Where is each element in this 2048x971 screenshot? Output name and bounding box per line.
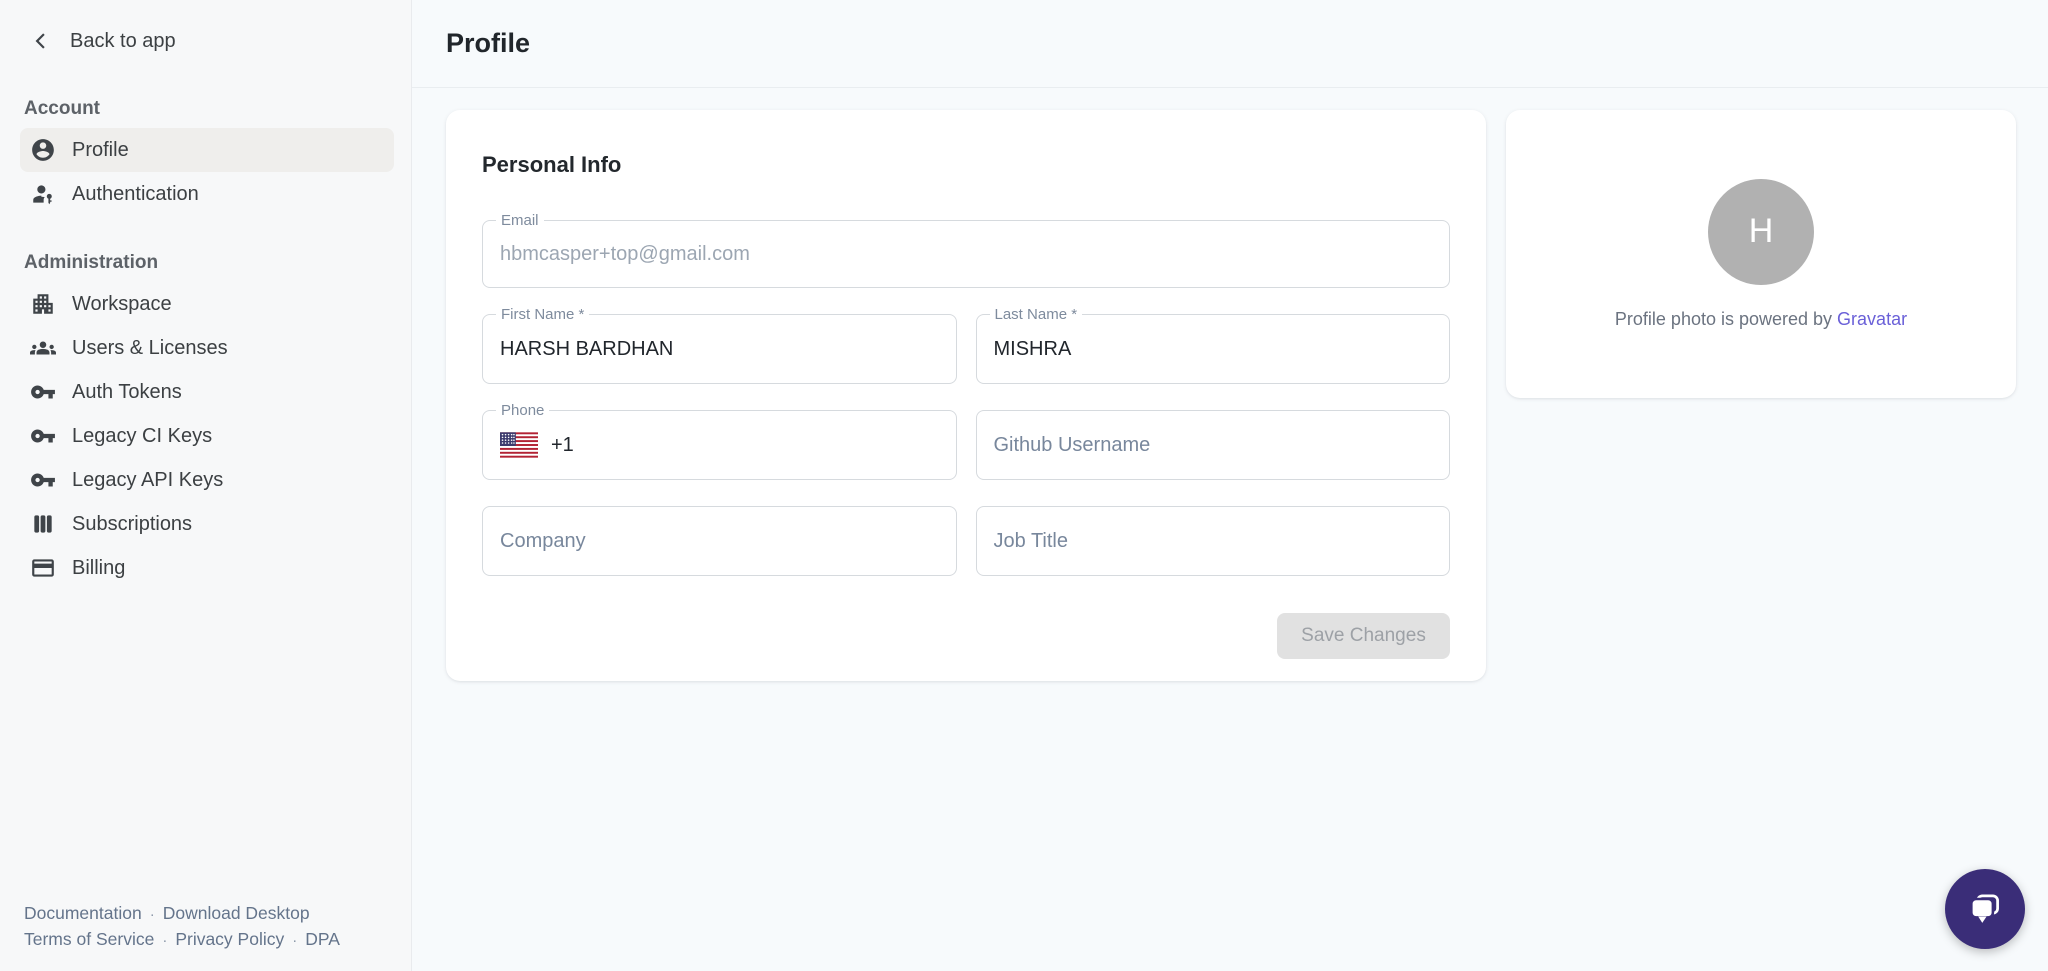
key-icon (30, 467, 56, 493)
sidebar-item-label: Profile (72, 139, 129, 162)
chat-bubbles-icon (1964, 888, 2006, 930)
email-field[interactable]: Email (482, 220, 1450, 288)
person-key-icon (30, 181, 56, 207)
people-group-icon (30, 335, 56, 361)
sidebar-item-workspace[interactable]: Workspace (20, 282, 394, 326)
content-row: Personal Info Email First Name * Last Na… (412, 88, 2048, 681)
company-input[interactable] (500, 530, 939, 553)
sidebar-item-profile[interactable]: Profile (20, 128, 394, 172)
avatar: H (1708, 179, 1814, 285)
first-name-field[interactable]: First Name * (482, 314, 957, 384)
sidebar-item-label: Auth Tokens (72, 381, 182, 404)
gravatar-card: H Profile photo is powered by Gravatar (1506, 110, 2016, 398)
footer-separator: · (154, 932, 175, 949)
main-area: Profile Personal Info Email First Name *… (412, 0, 2048, 971)
key-icon (30, 423, 56, 449)
download-desktop-link[interactable]: Download Desktop (163, 903, 310, 923)
phone-github-row: Phone (482, 410, 1450, 480)
bars-icon (30, 511, 56, 537)
name-row: First Name * Last Name * (482, 314, 1450, 384)
sidebar-item-users-licenses[interactable]: Users & Licenses (20, 326, 394, 370)
job-title-field[interactable] (976, 506, 1451, 576)
dpa-link[interactable]: DPA (305, 929, 340, 949)
account-circle-icon (30, 137, 56, 163)
gravatar-caption-text: Profile photo is powered by (1615, 309, 1837, 329)
documentation-link[interactable]: Documentation (24, 903, 142, 923)
sidebar-item-label: Subscriptions (72, 513, 192, 536)
email-field-label: Email (496, 212, 544, 229)
gravatar-link[interactable]: Gravatar (1837, 309, 1907, 329)
sidebar-item-label: Users & Licenses (72, 337, 228, 360)
settings-sidebar: Back to app Account Profile Authenticati… (0, 0, 412, 971)
save-changes-button[interactable]: Save Changes (1277, 613, 1450, 659)
email-input[interactable] (500, 243, 1432, 266)
footer-separator: · (284, 932, 305, 949)
sidebar-item-label: Authentication (72, 183, 199, 206)
company-field[interactable] (482, 506, 957, 576)
terms-of-service-link[interactable]: Terms of Service (24, 929, 154, 949)
back-to-app-label: Back to app (70, 30, 176, 53)
personal-info-card: Personal Info Email First Name * Last Na… (446, 110, 1486, 681)
phone-field-label: Phone (496, 402, 549, 419)
last-name-field[interactable]: Last Name * (976, 314, 1451, 384)
section-label-administration: Administration (24, 252, 411, 274)
phone-field[interactable]: Phone (482, 410, 957, 480)
sidebar-item-label: Legacy CI Keys (72, 425, 212, 448)
avatar-letter: H (1749, 212, 1774, 251)
sidebar-item-label: Legacy API Keys (72, 469, 223, 492)
save-row: Save Changes (482, 613, 1450, 659)
chevron-left-icon (28, 28, 54, 54)
chat-widget-button[interactable] (1945, 869, 2025, 949)
sidebar-item-label: Workspace (72, 293, 172, 316)
sidebar-item-legacy-api-keys[interactable]: Legacy API Keys (20, 458, 394, 502)
key-icon (30, 379, 56, 405)
last-name-field-label: Last Name * (990, 306, 1083, 323)
gravatar-caption: Profile photo is powered by Gravatar (1615, 309, 1907, 330)
section-label-account: Account (24, 98, 411, 120)
sidebar-item-billing[interactable]: Billing (20, 546, 394, 590)
credit-card-icon (30, 555, 56, 581)
sidebar-item-legacy-ci-keys[interactable]: Legacy CI Keys (20, 414, 394, 458)
page-title: Profile (446, 28, 530, 59)
footer-row-1: Documentation·Download Desktop (24, 901, 340, 927)
sidebar-item-label: Billing (72, 557, 125, 580)
sidebar-footer: Documentation·Download Desktop Terms of … (24, 901, 340, 953)
sidebar-item-authentication[interactable]: Authentication (20, 172, 394, 216)
footer-row-2: Terms of Service·Privacy Policy·DPA (24, 927, 340, 953)
privacy-policy-link[interactable]: Privacy Policy (175, 929, 284, 949)
footer-separator: · (142, 906, 163, 923)
job-title-input[interactable] (994, 530, 1433, 553)
us-flag-icon[interactable] (500, 432, 538, 458)
company-job-row (482, 506, 1450, 576)
phone-dial-code[interactable]: +1 (551, 434, 574, 457)
sidebar-item-subscriptions[interactable]: Subscriptions (20, 502, 394, 546)
building-icon (30, 291, 56, 317)
github-username-field[interactable] (976, 410, 1451, 480)
sidebar-item-auth-tokens[interactable]: Auth Tokens (20, 370, 394, 414)
github-username-input[interactable] (994, 434, 1433, 457)
last-name-input[interactable] (994, 338, 1433, 361)
personal-info-title: Personal Info (482, 152, 1450, 178)
back-to-app-button[interactable]: Back to app (28, 26, 411, 56)
page-header: Profile (412, 0, 2048, 88)
first-name-field-label: First Name * (496, 306, 589, 323)
first-name-input[interactable] (500, 338, 939, 361)
